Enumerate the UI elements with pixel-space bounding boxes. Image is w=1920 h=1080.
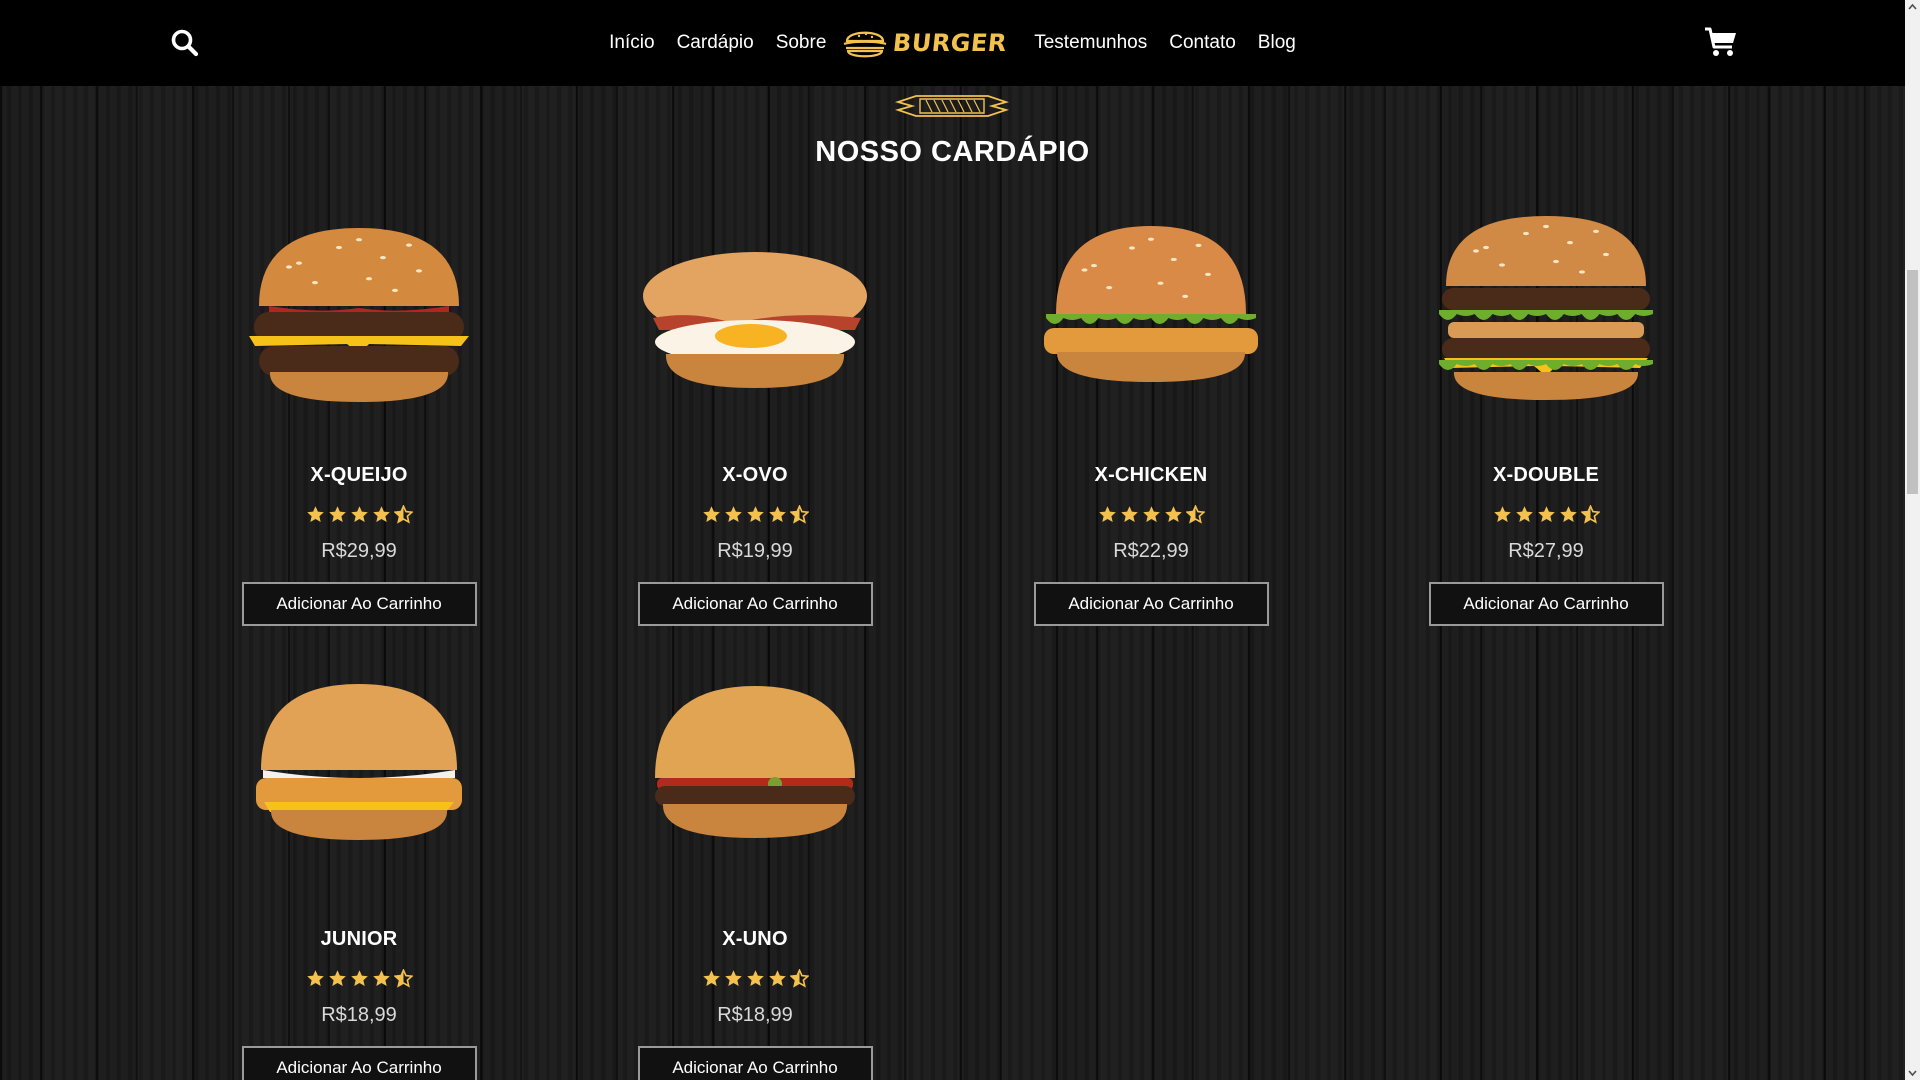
product-rating bbox=[1001, 505, 1301, 524]
add-to-cart-button[interactable]: Adicionar Ao Carrinho bbox=[241, 1046, 477, 1080]
product-price: R$19,99 bbox=[717, 540, 793, 562]
cart-button[interactable] bbox=[1704, 26, 1738, 58]
product-name[interactable]: X-UNO bbox=[605, 928, 905, 951]
section-emblem-icon bbox=[894, 95, 1010, 117]
shopping-cart-icon bbox=[1705, 27, 1736, 56]
add-to-cart-button[interactable]: Adicionar Ao Carrinho bbox=[637, 582, 873, 626]
product-price: R$22,99 bbox=[1113, 540, 1189, 562]
brand-logo[interactable]: BURGER bbox=[841, 26, 1009, 60]
main-nav: Início Cardápio Sobre BURGER Testemunhos… bbox=[0, 0, 1905, 86]
nav-cardapio[interactable]: Cardápio bbox=[677, 32, 754, 54]
product-name[interactable]: X-DOUBLE bbox=[1396, 464, 1696, 487]
product-image[interactable] bbox=[239, 674, 479, 884]
star-icon bbox=[1120, 506, 1138, 522]
product-price: R$18,99 bbox=[717, 1004, 793, 1026]
add-to-cart-button[interactable]: Adicionar Ao Carrinho bbox=[1428, 582, 1664, 626]
half-star-icon bbox=[393, 505, 413, 524]
star-icon bbox=[1142, 506, 1160, 522]
star-icon bbox=[702, 506, 720, 522]
star-icon bbox=[1493, 506, 1511, 522]
product-name[interactable]: X-CHICKEN bbox=[1001, 464, 1301, 487]
star-icon bbox=[372, 506, 390, 522]
half-star-icon bbox=[393, 969, 413, 988]
add-to-cart-button[interactable]: Adicionar Ao Carrinho bbox=[637, 1046, 873, 1080]
add-to-cart-button[interactable]: Adicionar Ao Carrinho bbox=[241, 582, 477, 626]
star-icon bbox=[1559, 506, 1577, 522]
star-icon bbox=[328, 970, 346, 986]
product-rating bbox=[605, 505, 905, 524]
product-price: R$29,99 bbox=[321, 540, 397, 562]
product-image[interactable] bbox=[1031, 214, 1271, 424]
product-image[interactable] bbox=[1426, 214, 1666, 424]
section-title: NOSSO CARDÁPIO bbox=[815, 136, 1090, 168]
half-star-icon bbox=[1580, 505, 1600, 524]
product-card: X-OVO R$19,99 Adicionar Ao Carrinho bbox=[605, 214, 905, 626]
product-card: X-QUEIJO R$29,99 Adicionar Ao Carrinho bbox=[209, 214, 509, 626]
star-icon bbox=[306, 506, 324, 522]
scroll-up-icon[interactable] bbox=[1908, 3, 1917, 12]
star-icon bbox=[350, 506, 368, 522]
product-image[interactable] bbox=[239, 214, 479, 424]
nav-inicio[interactable]: Início bbox=[609, 32, 654, 54]
product-name[interactable]: JUNIOR bbox=[209, 928, 509, 951]
half-star-icon bbox=[789, 969, 809, 988]
add-to-cart-button[interactable]: Adicionar Ao Carrinho bbox=[1033, 582, 1269, 626]
half-star-icon bbox=[789, 505, 809, 524]
nav-blog[interactable]: Blog bbox=[1258, 32, 1296, 54]
product-rating bbox=[209, 505, 509, 524]
star-icon bbox=[1098, 506, 1116, 522]
half-star-icon bbox=[1185, 505, 1205, 524]
nav-sobre[interactable]: Sobre bbox=[776, 32, 827, 54]
star-icon bbox=[306, 970, 324, 986]
product-card: JUNIOR R$18,99 Adicionar Ao Carrinho bbox=[209, 674, 509, 1080]
star-icon bbox=[746, 970, 764, 986]
top-navbar: Início Cardápio Sobre BURGER Testemunhos… bbox=[0, 0, 1905, 86]
logo-text: BURGER bbox=[891, 29, 1009, 57]
star-icon bbox=[372, 970, 390, 986]
product-name[interactable]: X-QUEIJO bbox=[209, 464, 509, 487]
product-card: X-DOUBLE R$27,99 Adicionar Ao Carrinho bbox=[1396, 214, 1696, 626]
star-icon bbox=[350, 970, 368, 986]
product-rating bbox=[209, 969, 509, 988]
star-icon bbox=[768, 970, 786, 986]
nav-testemunhos[interactable]: Testemunhos bbox=[1034, 32, 1147, 54]
product-rating bbox=[1396, 505, 1696, 524]
star-icon bbox=[746, 506, 764, 522]
product-image[interactable] bbox=[635, 674, 875, 884]
product-price: R$27,99 bbox=[1508, 540, 1584, 562]
product-card: X-CHICKEN R$22,99 Adicionar Ao Carrinho bbox=[1001, 214, 1301, 626]
star-icon bbox=[1164, 506, 1182, 522]
scrollbar-thumb[interactable] bbox=[1907, 270, 1918, 494]
nav-contato[interactable]: Contato bbox=[1169, 32, 1236, 54]
product-rating bbox=[605, 969, 905, 988]
star-icon bbox=[724, 970, 742, 986]
star-icon bbox=[1537, 506, 1555, 522]
product-image[interactable] bbox=[635, 214, 875, 424]
product-name[interactable]: X-OVO bbox=[605, 464, 905, 487]
star-icon bbox=[1515, 506, 1533, 522]
product-price: R$18,99 bbox=[321, 1004, 397, 1026]
burger-logo-icon bbox=[844, 31, 887, 58]
star-icon bbox=[768, 506, 786, 522]
star-icon bbox=[328, 506, 346, 522]
star-icon bbox=[724, 506, 742, 522]
product-card: X-UNO R$18,99 Adicionar Ao Carrinho bbox=[605, 674, 905, 1080]
star-icon bbox=[702, 970, 720, 986]
page-scrollbar[interactable] bbox=[1905, 0, 1920, 1080]
scroll-down-icon[interactable] bbox=[1908, 1068, 1917, 1077]
